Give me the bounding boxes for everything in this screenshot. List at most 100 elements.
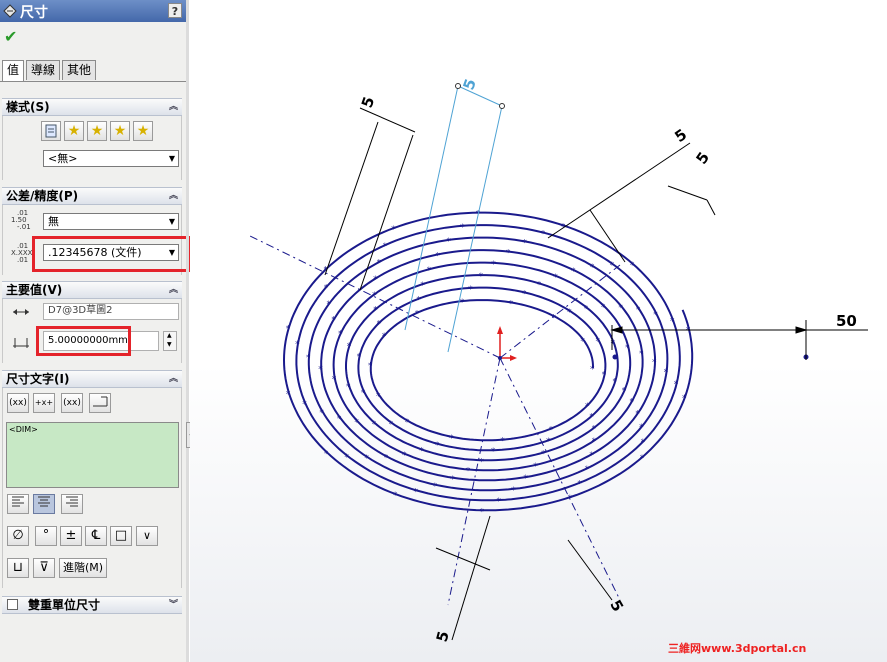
curve-point-marker: *: [373, 306, 378, 316]
help-button[interactable]: ?: [168, 3, 182, 18]
tab-leaders[interactable]: 導線: [26, 60, 60, 80]
style-section-body: ★ ★ ★ ★ <無> ▼: [2, 116, 182, 180]
curve-point-marker: *: [435, 441, 440, 451]
center-dimension-button[interactable]: +x+: [33, 393, 55, 413]
collapse-icon[interactable]: ︽: [169, 282, 178, 298]
curve-point-marker: *: [589, 412, 594, 422]
parentheses-button[interactable]: (xx): [7, 393, 29, 413]
collapse-icon[interactable]: ︽: [169, 99, 178, 115]
curve-point-marker: *: [533, 462, 538, 472]
primary-value-section-header[interactable]: 主要值(V) ︽: [2, 281, 182, 299]
curve-point-marker: *: [357, 353, 362, 363]
extension-line: [706, 199, 716, 216]
add-style-button[interactable]: ★: [64, 121, 84, 141]
dimension-label[interactable]: 50: [836, 312, 857, 330]
curve-point-marker: *: [639, 423, 644, 433]
curve-point-marker: *: [433, 482, 438, 492]
curve-point-marker: *: [522, 238, 527, 248]
dimension-reference-field[interactable]: D7@3D草圖2: [43, 303, 179, 320]
curve-point-marker: *: [435, 251, 440, 261]
curve-point-marker: *: [585, 402, 590, 412]
tolerance-type-dropdown[interactable]: 無 ▼: [43, 213, 179, 230]
align-right-button[interactable]: [61, 494, 83, 514]
ok-button[interactable]: ✔: [4, 27, 17, 46]
save-style-button[interactable]: ★: [110, 121, 130, 141]
curve-point-marker: *: [571, 267, 576, 277]
more-symbols-button[interactable]: ∨: [136, 526, 158, 546]
curve-point-marker: *: [383, 242, 388, 252]
curve-point-marker: *: [640, 454, 645, 464]
tab-other[interactable]: 其他: [62, 60, 96, 80]
collapse-icon[interactable]: ︽: [169, 371, 178, 387]
spin-up-icon[interactable]: ▲: [167, 332, 172, 339]
align-center-button[interactable]: [33, 494, 55, 514]
dimension-label[interactable]: 5: [606, 597, 627, 615]
curve-point-marker: *: [541, 449, 546, 459]
curve-point-marker: *: [479, 457, 484, 467]
dimension-text-section-header[interactable]: 尺寸文字(I) ︽: [2, 370, 182, 388]
curve-point-marker: *: [602, 370, 607, 380]
style-dropdown[interactable]: <無> ▼: [43, 150, 179, 167]
arrow-head: [610, 326, 623, 334]
highlight-box-value: [36, 326, 131, 356]
curve-point-marker: *: [612, 378, 617, 388]
load-style-button[interactable]: ★: [133, 121, 153, 141]
spiral-sketch[interactable]: *********** *****************************…: [282, 210, 809, 518]
dimension-label[interactable]: 5: [433, 629, 453, 644]
dimension-label[interactable]: 5: [671, 125, 690, 146]
apply-style-button[interactable]: [41, 121, 61, 141]
curve-point-marker: *: [460, 223, 465, 233]
dual-dimension-checkbox[interactable]: [7, 599, 18, 610]
spiral-curve[interactable]: [282, 211, 694, 512]
selected-extension-line: [447, 105, 503, 353]
panel-splitter[interactable]: [186, 0, 189, 662]
curve-point-marker: *: [523, 474, 528, 484]
value-icon: [13, 338, 29, 348]
curve-point-marker: *: [368, 361, 373, 371]
style-section-header[interactable]: 樣式(S) ︽: [2, 98, 182, 116]
property-manager-panel: 尺寸 ? ✔ 值 導線 其他 樣式(S) ︽ ★ ★ ★ ★ <無> ▼ 公差/…: [0, 0, 192, 662]
graphics-viewport[interactable]: * * * * * * * * * * * * * * * * * * * * * * * * * * * * * * * * * * * * * * * *…: [190, 0, 887, 662]
tolerance-section-header[interactable]: 公差/精度(P) ︽: [2, 187, 182, 205]
selected-dimension-label[interactable]: 5: [459, 76, 479, 92]
highlight-box-precision: [32, 236, 192, 272]
curve-point-marker: *: [629, 397, 634, 407]
curve-point-marker: *: [446, 237, 451, 247]
curve-point-marker: *: [402, 451, 407, 461]
dual-dimension-section-header[interactable]: 雙重單位尺寸 ︾: [2, 596, 182, 614]
value-spinner[interactable]: ▲ ▼: [163, 331, 177, 351]
dual-dimension-label: 雙重單位尺寸: [28, 598, 101, 612]
curve-point-marker: *: [686, 326, 691, 336]
expand-icon[interactable]: ︾: [169, 597, 178, 613]
collapse-icon[interactable]: ︽: [169, 188, 178, 204]
degree-symbol-button[interactable]: °: [35, 526, 57, 546]
dimension-icon: [3, 4, 17, 18]
primary-value-section-label: 主要值(V): [6, 283, 63, 297]
counterbore-symbol-button[interactable]: ⊔: [7, 558, 29, 578]
spin-down-icon[interactable]: ▼: [167, 341, 172, 348]
curve-point-marker: *: [286, 390, 291, 400]
advanced-button[interactable]: 進階(M): [59, 558, 107, 578]
curve-point-marker: *: [653, 310, 658, 320]
inspection-dimension-button[interactable]: (xx): [61, 393, 83, 413]
dimension-text-area[interactable]: <DIM>: [6, 422, 179, 488]
diameter-symbol-button[interactable]: ∅: [7, 526, 29, 546]
curve-point-marker: *: [601, 303, 606, 313]
curve-point-marker: *: [522, 289, 527, 299]
centerline-symbol-button[interactable]: ℄: [85, 526, 107, 546]
curve-point-marker: *: [391, 225, 396, 235]
offset-text-button[interactable]: [89, 393, 111, 413]
curve-point-marker: *: [496, 497, 501, 507]
plus-minus-symbol-button[interactable]: ±: [60, 526, 82, 546]
dimension-label[interactable]: 5: [358, 94, 378, 110]
curve-point-marker: *: [592, 424, 597, 434]
curve-point-marker: *: [324, 283, 329, 293]
delete-style-button[interactable]: ★: [87, 121, 107, 141]
tab-value[interactable]: 值: [2, 60, 24, 82]
sketch-canvas[interactable]: *********** *****************************…: [190, 0, 887, 662]
align-left-button[interactable]: [7, 494, 29, 514]
square-symbol-button[interactable]: □: [110, 526, 132, 546]
depth-symbol-button[interactable]: ⊽: [33, 558, 55, 578]
dimension-label[interactable]: 5: [692, 149, 713, 168]
spiral-endpoint[interactable]: [612, 354, 618, 360]
